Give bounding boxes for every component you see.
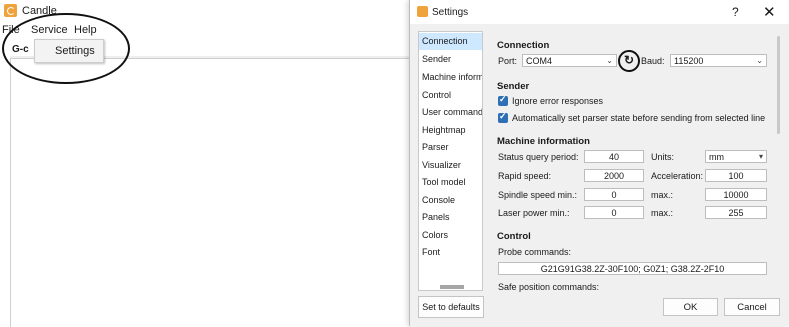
annotation-ellipse-refresh: ↻ <box>618 50 640 72</box>
dialog-title: Settings <box>432 7 469 18</box>
nav-item-connection[interactable]: Connection <box>419 33 482 50</box>
help-button[interactable]: ? <box>732 5 739 19</box>
nav-item-panels[interactable]: Panels <box>419 209 482 226</box>
nav-scrollbar-thumb[interactable] <box>440 285 464 289</box>
section-control-heading: Control <box>497 231 531 242</box>
annotation-ellipse-settings-menu <box>2 13 130 84</box>
units-select[interactable]: mm ▾ <box>705 150 767 163</box>
cancel-button[interactable]: Cancel <box>724 298 780 316</box>
nav-item-heightmap[interactable]: Heightmap <box>419 122 482 139</box>
chevron-down-icon: ⌄ <box>606 56 613 65</box>
close-button[interactable]: ✕ <box>763 3 776 21</box>
status-query-label: Status query period: <box>498 152 579 162</box>
baud-select[interactable]: 115200 ⌄ <box>670 54 767 67</box>
units-value: mm <box>709 152 724 162</box>
laser-max-label: max.: <box>651 208 674 218</box>
section-sender-heading: Sender <box>497 81 530 92</box>
spindle-min-input[interactable]: 0 <box>584 188 644 201</box>
units-label: Units: <box>651 152 675 162</box>
ignore-errors-label: Ignore error responses <box>512 96 604 106</box>
settings-content-panel: Connection Port: COM4 ⌄ ↻ Baud: 115200 ⌄… <box>495 30 783 292</box>
refresh-icon[interactable]: ↻ <box>624 53 634 67</box>
acceleration-input[interactable]: 100 <box>705 169 767 182</box>
laser-max-input[interactable]: 255 <box>705 206 767 219</box>
probe-commands-input[interactable]: G21G91G38.2Z-30F100; G0Z1; G38.2Z-2F10 <box>498 262 767 275</box>
nav-item-user-commands[interactable]: User commands <box>419 104 482 121</box>
baud-label: Baud: <box>641 56 665 66</box>
content-scrollbar[interactable] <box>777 36 780 134</box>
section-machine-heading: Machine information <box>497 136 590 147</box>
probe-commands-label: Probe commands: <box>498 247 572 257</box>
baud-value: 115200 <box>674 56 704 66</box>
port-label: Port: <box>498 56 518 66</box>
candle-app-icon <box>4 4 17 17</box>
laser-min-label: Laser power min.: <box>498 208 570 218</box>
ignore-errors-checkbox[interactable] <box>498 94 508 106</box>
main-workspace-panel <box>10 58 411 327</box>
settings-nav-list: Connection Sender Machine information Co… <box>418 31 483 291</box>
section-connection-heading: Connection <box>497 40 550 51</box>
settings-app-icon <box>417 6 428 17</box>
nav-item-parser[interactable]: Parser <box>419 139 482 156</box>
spindle-max-label: max.: <box>651 190 674 200</box>
rapid-speed-input[interactable]: 2000 <box>584 169 644 182</box>
laser-min-input[interactable]: 0 <box>584 206 644 219</box>
spindle-min-label: Spindle speed min.: <box>498 190 578 200</box>
chevron-down-icon: ⌄ <box>756 56 763 65</box>
dialog-title-bar: Settings ? ✕ <box>410 0 789 24</box>
port-value: COM4 <box>526 56 553 66</box>
safe-position-label: Safe position commands: <box>498 282 600 292</box>
nav-item-machine-information[interactable]: Machine information <box>419 69 482 86</box>
set-to-defaults-button[interactable]: Set to defaults <box>418 296 484 318</box>
nav-item-control[interactable]: Control <box>419 87 482 104</box>
status-query-input[interactable]: 40 <box>584 150 644 163</box>
nav-item-tool-model[interactable]: Tool model <box>419 174 482 191</box>
auto-parser-checkbox[interactable] <box>498 111 508 123</box>
nav-item-visualizer[interactable]: Visualizer <box>419 157 482 174</box>
nav-item-console[interactable]: Console <box>419 192 482 209</box>
nav-item-font[interactable]: Font <box>419 244 482 261</box>
auto-parser-label: Automatically set parser state before se… <box>512 113 766 123</box>
chevron-down-icon: ▾ <box>758 152 763 161</box>
spindle-max-input[interactable]: 10000 <box>705 188 767 201</box>
nav-item-sender[interactable]: Sender <box>419 51 482 68</box>
ok-button[interactable]: OK <box>663 298 718 316</box>
rapid-speed-label: Rapid speed: <box>498 171 552 181</box>
port-select[interactable]: COM4 ⌄ <box>522 54 617 67</box>
settings-dialog: Settings ? ✕ Connection Sender Machine i… <box>409 0 789 326</box>
acceleration-label: Acceleration: <box>651 171 704 181</box>
nav-item-colors[interactable]: Colors <box>419 227 482 244</box>
